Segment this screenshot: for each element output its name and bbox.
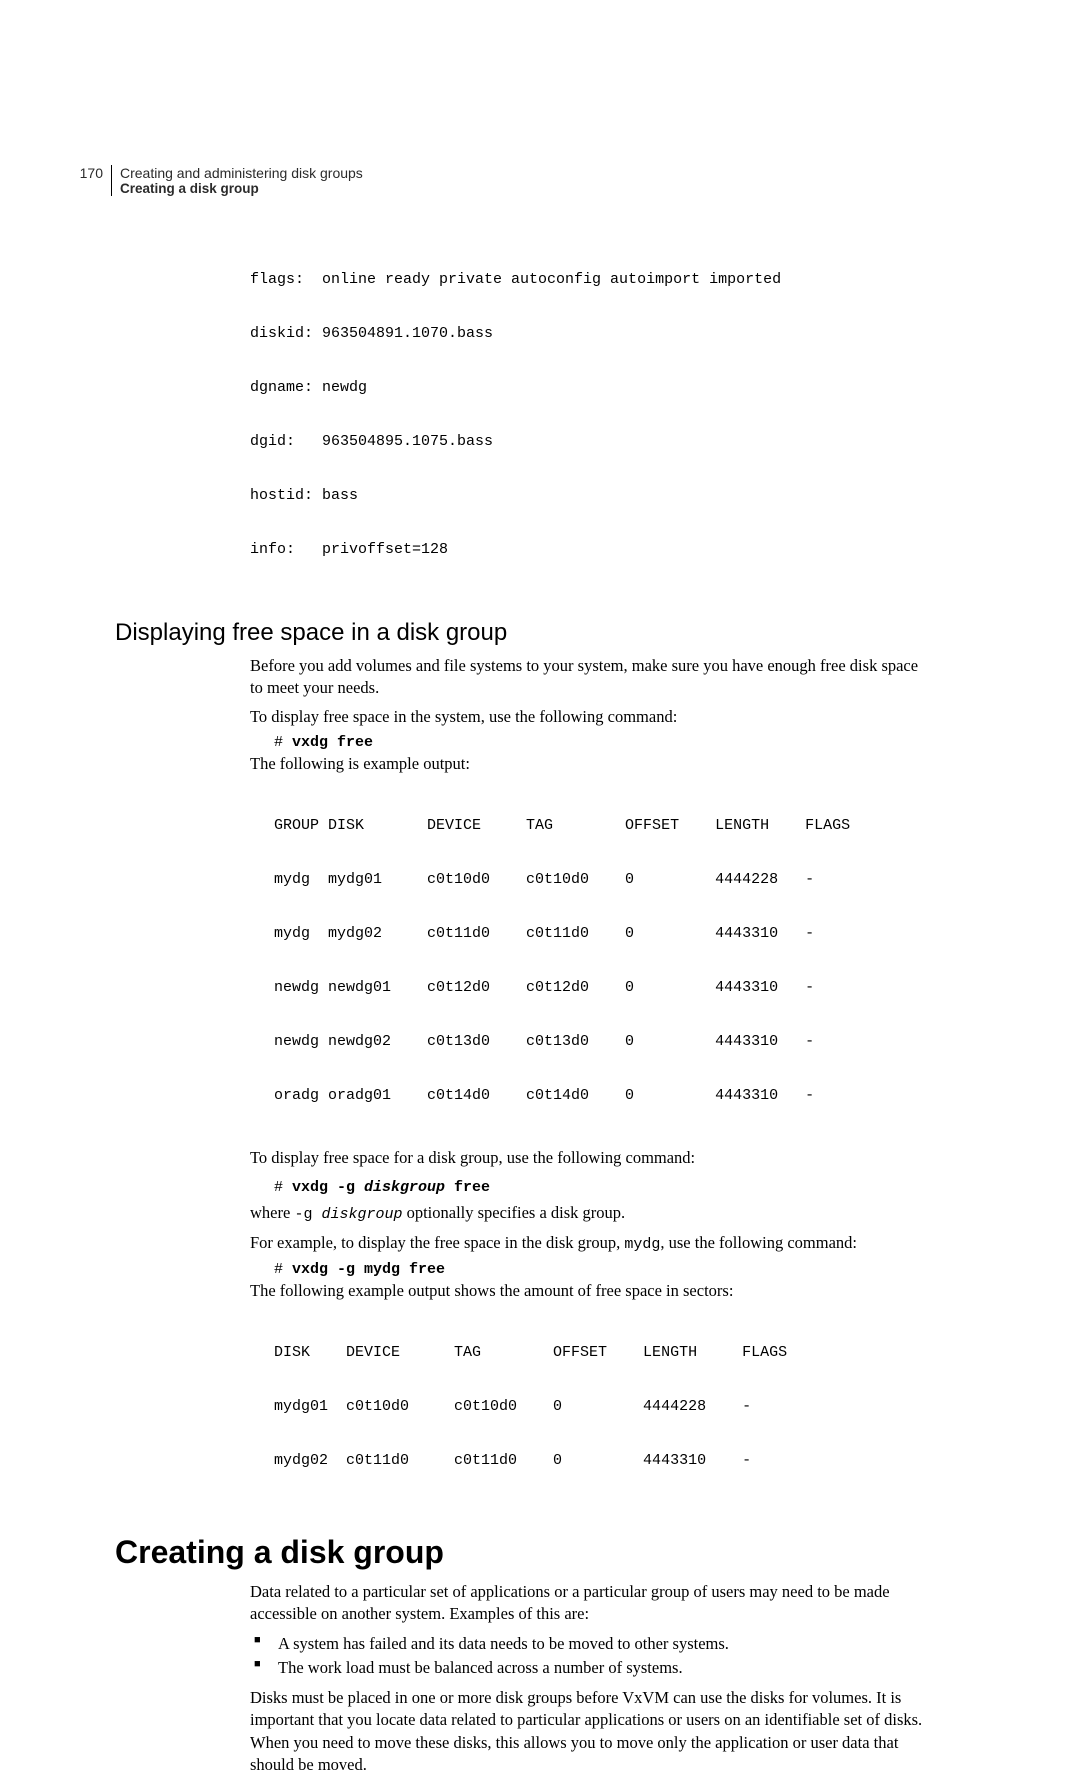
vxdg-group-free-output: DISK DEVICE TAG OFFSET LENGTH FLAGS mydg… — [274, 1308, 925, 1506]
page-number: 170 — [0, 165, 111, 181]
header-chapter: Creating and administering disk groups — [120, 165, 363, 181]
table-row: mydg01 c0t10d0 c0t10d0 0 4444228 - — [274, 1398, 925, 1416]
paragraph: Data related to a particular set of appl… — [250, 1581, 925, 1626]
paragraph: The following is example output: — [250, 753, 925, 775]
paragraph: To display free space for a disk group, … — [250, 1147, 925, 1169]
page: 170 Creating and administering disk grou… — [0, 0, 1080, 1397]
paragraph: The following example output shows the a… — [250, 1280, 925, 1302]
list-item: A system has failed and its data needs t… — [250, 1632, 925, 1657]
disk-record-line: diskid: 963504891.1070.bass — [250, 325, 925, 343]
command-line: # vxdg -g mydg free — [274, 1261, 925, 1278]
disk-record-block: flags: online ready private autoconfig a… — [250, 235, 925, 595]
content: flags: online ready private autoconfig a… — [115, 235, 965, 1776]
paragraph: To display free space in the system, use… — [250, 706, 925, 728]
disk-record-line: dgid: 963504895.1075.bass — [250, 433, 925, 451]
header-text: Creating and administering disk groups C… — [111, 165, 363, 196]
command-line: # vxdg free — [274, 734, 925, 751]
paragraph: Before you add volumes and file systems … — [250, 655, 925, 700]
section-heading-creating: Creating a disk group — [115, 1534, 965, 1571]
running-header: 170 Creating and administering disk grou… — [0, 165, 363, 196]
bullet-list: A system has failed and its data needs t… — [250, 1632, 925, 1682]
table-row: GROUP DISK DEVICE TAG OFFSET LENGTH FLAG… — [274, 817, 925, 835]
table-row: DISK DEVICE TAG OFFSET LENGTH FLAGS — [274, 1344, 925, 1362]
disk-record-line: hostid: bass — [250, 487, 925, 505]
header-section: Creating a disk group — [120, 181, 363, 196]
paragraph: where -g diskgroup optionally specifies … — [250, 1202, 925, 1225]
table-row: mydg mydg01 c0t10d0 c0t10d0 0 4444228 - — [274, 871, 925, 889]
command-line: # vxdg -g diskgroup free — [274, 1179, 925, 1196]
section2-body: Data related to a particular set of appl… — [250, 1581, 925, 1776]
section-heading-free-space: Displaying free space in a disk group — [115, 619, 965, 647]
table-row: mydg mydg02 c0t11d0 c0t11d0 0 4443310 - — [274, 925, 925, 943]
paragraph: Disks must be placed in one or more disk… — [250, 1687, 925, 1776]
disk-record-line: flags: online ready private autoconfig a… — [250, 271, 925, 289]
table-row: newdg newdg01 c0t12d0 c0t12d0 0 4443310 … — [274, 979, 925, 997]
list-item: The work load must be balanced across a … — [250, 1656, 925, 1681]
disk-record-line: dgname: newdg — [250, 379, 925, 397]
section1-body: Before you add volumes and file systems … — [250, 655, 925, 1506]
vxdg-free-output: GROUP DISK DEVICE TAG OFFSET LENGTH FLAG… — [274, 781, 925, 1141]
table-row: oradg oradg01 c0t14d0 c0t14d0 0 4443310 … — [274, 1087, 925, 1105]
table-row: mydg02 c0t11d0 c0t11d0 0 4443310 - — [274, 1452, 925, 1470]
disk-record-line: info: privoffset=128 — [250, 541, 925, 559]
paragraph: For example, to display the free space i… — [250, 1232, 925, 1255]
table-row: newdg newdg02 c0t13d0 c0t13d0 0 4443310 … — [274, 1033, 925, 1051]
